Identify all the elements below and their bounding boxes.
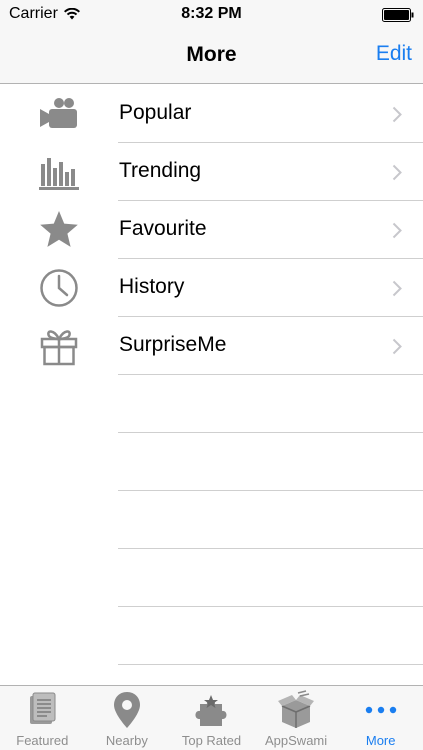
video-camera-icon: [40, 98, 77, 128]
list-item-popular[interactable]: Popular: [0, 85, 423, 143]
empty-row: [0, 549, 423, 607]
tab-label: More: [365, 733, 396, 748]
page-title: More: [186, 43, 237, 66]
empty-row: [0, 433, 423, 491]
list-item-trending[interactable]: Trending: [0, 143, 423, 201]
puzzle-badge-icon: [195, 695, 227, 726]
tab-bar: Featured Nearby Top Rated AppSwami More: [0, 685, 423, 750]
tab-label: Top Rated: [181, 733, 242, 748]
empty-row: [0, 375, 423, 433]
chevron-right-icon: [392, 338, 402, 355]
location-pin-icon: [113, 692, 140, 728]
tab-label: Nearby: [105, 733, 148, 748]
list-item-label: Popular: [119, 101, 192, 124]
bar-chart-icon: [39, 158, 79, 190]
tab-featured[interactable]: Featured: [0, 686, 85, 750]
chevron-right-icon: [392, 280, 402, 297]
more-dots-icon: [365, 706, 396, 714]
chevron-right-icon: [392, 222, 402, 239]
empty-row: [0, 491, 423, 549]
tab-appswami[interactable]: AppSwami: [254, 686, 339, 750]
chevron-right-icon: [392, 164, 402, 181]
battery-icon: [382, 8, 414, 22]
list-item-surpriseme[interactable]: SurpriseMe: [0, 317, 423, 375]
gift-icon: [40, 330, 78, 366]
box-icon: [278, 690, 315, 728]
list-item-label: Favourite: [119, 217, 207, 240]
tab-label: Featured: [16, 733, 69, 748]
document-icon: [30, 692, 56, 724]
tab-top-rated[interactable]: Top Rated: [169, 686, 254, 750]
tab-more[interactable]: More: [338, 686, 423, 750]
more-menu-list: Popular Trending Favourite History Surpr…: [0, 85, 423, 685]
status-bar: Carrier 8:32 PM: [0, 0, 423, 30]
star-icon: [40, 211, 78, 247]
empty-row: [0, 607, 423, 665]
status-time: 8:32 PM: [181, 5, 242, 22]
tab-label: AppSwami: [265, 733, 328, 748]
list-item-label: History: [119, 275, 185, 298]
list-item-favourite[interactable]: Favourite: [0, 201, 423, 259]
clock-icon: [40, 269, 78, 307]
tab-nearby[interactable]: Nearby: [85, 686, 170, 750]
list-item-label: Trending: [119, 159, 202, 182]
edit-button[interactable]: Edit: [376, 42, 412, 66]
list-item-history[interactable]: History: [0, 259, 423, 317]
list-item-label: SurpriseMe: [119, 333, 227, 356]
navigation-bar: More Edit: [0, 30, 423, 84]
chevron-right-icon: [392, 106, 402, 123]
